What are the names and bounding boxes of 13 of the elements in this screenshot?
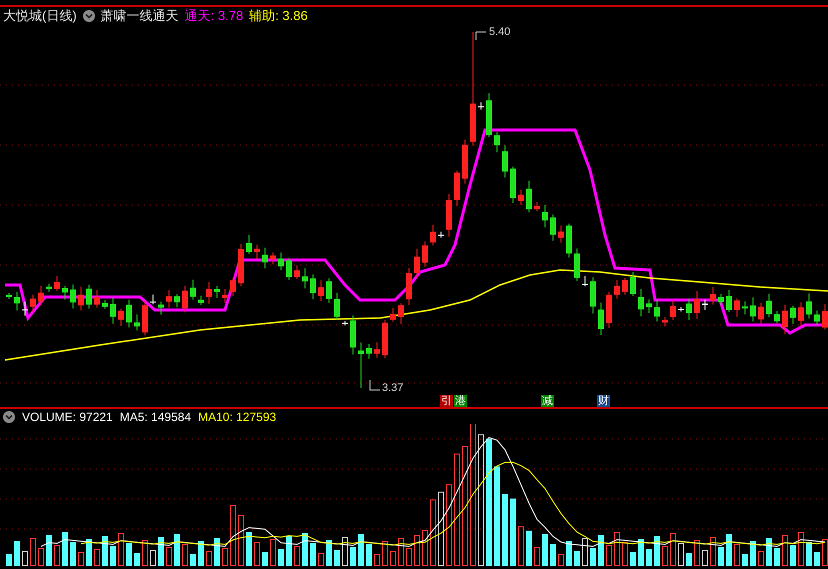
chart-title: 大悦城(日线) xyxy=(3,7,77,26)
volume-indicator-value: MA10: 127593 xyxy=(198,408,276,426)
event-marker: 财 xyxy=(597,395,610,407)
indicator-value: 通天: 3.78 xyxy=(184,7,244,26)
high-price-label: 5.40 xyxy=(489,27,510,38)
indicator-name: 萧啸一线通天 xyxy=(100,7,179,26)
indicator-value: 辅助: 3.86 xyxy=(249,7,308,26)
volume-indicator-value: VOLUME: 97221 xyxy=(22,408,113,426)
event-marker: 港 xyxy=(454,395,467,407)
volume-indicator-value: MA5: 149584 xyxy=(120,408,192,426)
low-price-label: 3.37 xyxy=(382,383,404,394)
event-marker: 减 xyxy=(541,395,554,407)
event-marker: 引 xyxy=(440,395,453,407)
